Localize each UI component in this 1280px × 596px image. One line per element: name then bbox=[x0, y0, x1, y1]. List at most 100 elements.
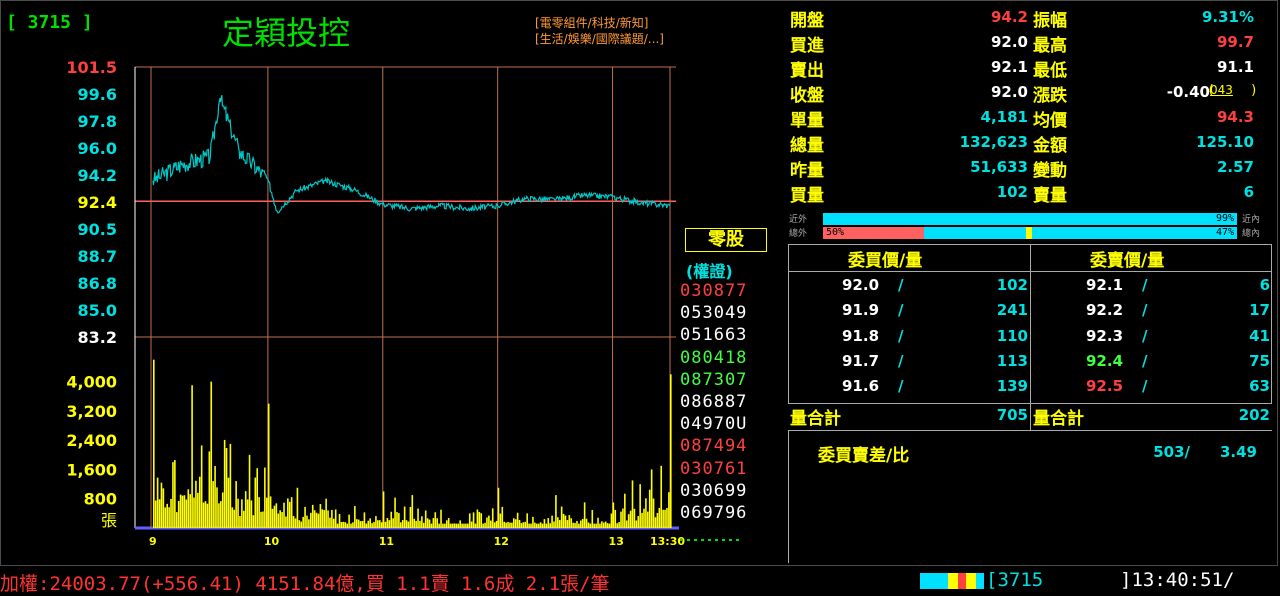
ask-qty[interactable]: 41 bbox=[1200, 327, 1270, 345]
industry-tag[interactable]: [電零組件/科技/新知] bbox=[535, 14, 648, 31]
volume-bar bbox=[656, 513, 659, 528]
warrant-code[interactable]: 069796 bbox=[680, 503, 747, 523]
volume-bar bbox=[365, 523, 368, 528]
volume-bar bbox=[557, 517, 559, 528]
volume-axis-label: 3,200 bbox=[66, 402, 117, 421]
volume-bar bbox=[486, 517, 488, 528]
volume-bar bbox=[472, 512, 475, 528]
warrant-code[interactable]: 030699 bbox=[680, 481, 747, 501]
volume-bar bbox=[212, 481, 214, 528]
warrant-code[interactable]: 087307 bbox=[680, 370, 747, 390]
volume-bar bbox=[361, 520, 364, 528]
near-pct: 99% bbox=[1215, 213, 1234, 224]
volume-bar bbox=[398, 513, 400, 528]
volume-bar bbox=[409, 506, 412, 528]
odd-lot-button[interactable]: 零股 bbox=[685, 228, 767, 252]
bid-price[interactable]: 91.8 bbox=[842, 327, 879, 345]
warrant-code[interactable]: 051663 bbox=[680, 325, 747, 345]
volume-bar bbox=[319, 504, 322, 528]
volume-bar bbox=[476, 509, 479, 528]
volume-bar bbox=[637, 516, 640, 528]
volume-bar bbox=[647, 511, 649, 528]
price-axis-label: 83.2 bbox=[78, 328, 117, 347]
quote-value: -0.40 bbox=[1166, 83, 1210, 101]
volume-bar bbox=[401, 520, 404, 528]
price-axis-label: 94.2 bbox=[78, 166, 117, 185]
bid-price[interactable]: 91.9 bbox=[842, 301, 879, 319]
volume-bar bbox=[591, 510, 594, 528]
volume-bar bbox=[543, 519, 546, 528]
volume-bar bbox=[606, 523, 609, 528]
volume-bar bbox=[354, 506, 356, 528]
volume-bar bbox=[239, 516, 241, 528]
volume-bar bbox=[465, 523, 467, 528]
time-axis-label: 12 bbox=[494, 535, 509, 548]
warrant-code[interactable]: 087494 bbox=[680, 436, 747, 456]
ask-qty[interactable]: 17 bbox=[1200, 301, 1270, 319]
volume-bar bbox=[204, 501, 207, 528]
volume-bar bbox=[306, 515, 308, 528]
volume-bar bbox=[578, 523, 580, 528]
bid-qty[interactable]: 110 bbox=[960, 327, 1028, 345]
warrant-code[interactable]: 030877 bbox=[680, 281, 747, 301]
theme-tag[interactable]: [生活/娛樂/國際議題/...] bbox=[535, 30, 664, 47]
quote-value: 94.3 bbox=[1216, 108, 1254, 126]
near-out-label: 近外 bbox=[789, 215, 808, 225]
stock-code: [ 3715 ] bbox=[6, 12, 93, 33]
near-in-label: 近內 bbox=[1242, 215, 1261, 225]
volume-bar bbox=[482, 523, 484, 528]
quote-value: 132,623 bbox=[959, 133, 1028, 151]
ask-price[interactable]: 92.3 bbox=[1086, 327, 1123, 345]
volume-axis-label: 2,400 bbox=[66, 431, 117, 450]
volume-bar bbox=[589, 523, 592, 528]
bid-qty[interactable]: 102 bbox=[960, 276, 1028, 294]
volume-bar bbox=[206, 503, 209, 528]
slash: / bbox=[898, 276, 904, 294]
bid-qty[interactable]: 139 bbox=[960, 377, 1028, 395]
warrant-code[interactable]: 04970U bbox=[680, 414, 747, 434]
slash: / bbox=[898, 351, 904, 370]
volume-bar bbox=[599, 523, 601, 528]
intraday-chart: 101.5 99.6 97.8 96.0 94.2 92.4 90.5 88.7 86.8 85.… bbox=[66, 58, 742, 548]
warrant-code[interactable]: 053049 bbox=[680, 303, 747, 323]
volume-bar bbox=[156, 477, 159, 528]
volume-bar bbox=[346, 523, 348, 528]
quote-label: 振幅 bbox=[1033, 11, 1067, 31]
time-axis-label: 10 bbox=[264, 535, 280, 548]
warrant-code[interactable]: 080418 bbox=[680, 348, 747, 368]
volume-bar bbox=[658, 507, 661, 528]
volume-bar bbox=[428, 519, 431, 528]
warrant-code[interactable]: 086887 bbox=[680, 392, 747, 412]
bid-qty[interactable]: 113 bbox=[960, 352, 1028, 370]
volume-bar bbox=[629, 510, 632, 528]
ask-price[interactable]: 92.2 bbox=[1086, 301, 1123, 319]
volume-bar bbox=[614, 509, 617, 528]
bid-price[interactable]: 91.7 bbox=[842, 352, 879, 370]
volume-bar bbox=[449, 523, 452, 528]
bid-price[interactable]: 91.6 bbox=[842, 377, 879, 395]
volume-bar bbox=[336, 523, 339, 528]
ask-price[interactable]: 92.5 bbox=[1086, 377, 1123, 395]
volume-bar bbox=[625, 520, 628, 528]
ask-qty[interactable]: 6 bbox=[1200, 276, 1270, 294]
bid-price[interactable]: 92.0 bbox=[842, 276, 879, 294]
warrant-code[interactable]: 030761 bbox=[680, 459, 747, 479]
ask-price[interactable]: 92.1 bbox=[1086, 276, 1123, 294]
bid-qty[interactable]: 241 bbox=[960, 301, 1028, 319]
ask-qty[interactable]: 63 bbox=[1200, 377, 1270, 395]
volume-bar bbox=[424, 510, 427, 528]
volume-bar bbox=[359, 521, 362, 528]
volume-bar bbox=[553, 521, 555, 528]
volume-bar bbox=[323, 510, 326, 528]
slash: / bbox=[1142, 301, 1148, 320]
volume-bar bbox=[396, 512, 398, 528]
volume-bar bbox=[195, 480, 197, 528]
volume-bar bbox=[539, 522, 542, 528]
volume-bar bbox=[288, 501, 291, 528]
ask-qty[interactable]: 75 bbox=[1200, 352, 1270, 370]
volume-bar bbox=[551, 515, 553, 528]
orderbook-total-line bbox=[788, 430, 1272, 431]
volume-bar bbox=[193, 497, 195, 528]
volume-bar bbox=[231, 507, 234, 528]
ask-price[interactable]: 92.4 bbox=[1086, 352, 1123, 370]
